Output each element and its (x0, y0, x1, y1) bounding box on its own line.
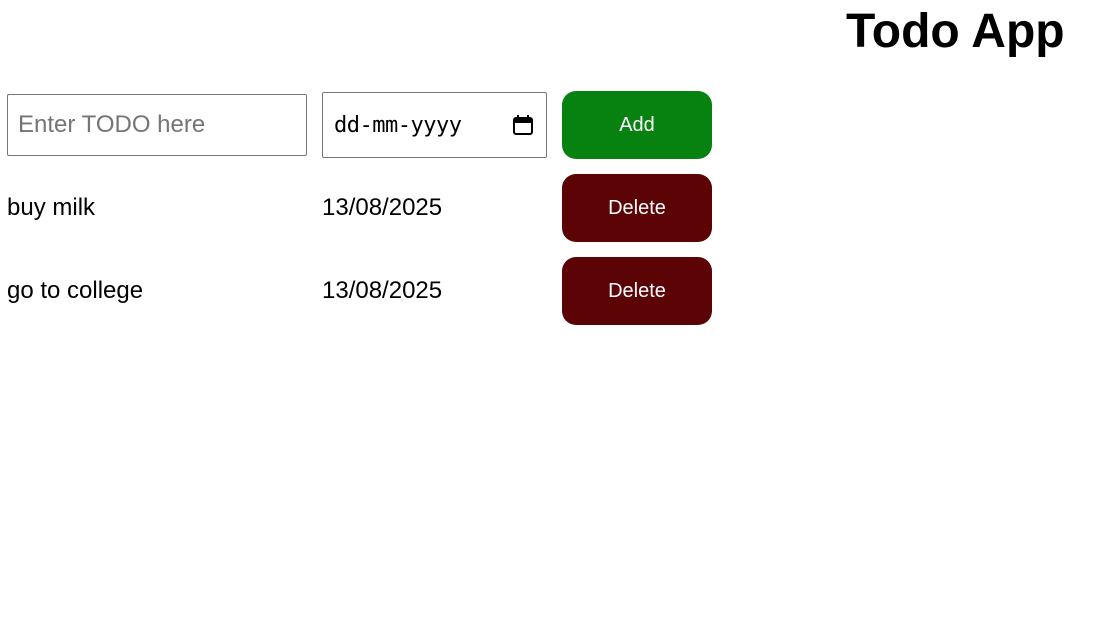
date-input-placeholder: dd-mm-yyyy (334, 112, 462, 138)
delete-button[interactable]: Delete (562, 257, 712, 325)
todo-input[interactable] (7, 94, 307, 156)
todo-app: Todo App dd-mm-yyyy Add buy milk 13/08/2… (0, 0, 1098, 623)
todo-item-date: 13/08/2025 (322, 194, 443, 221)
todo-item-name: buy milk (7, 194, 96, 221)
date-input[interactable]: dd-mm-yyyy (322, 92, 547, 158)
todo-item-date: 13/08/2025 (322, 277, 443, 304)
calendar-icon[interactable] (512, 114, 534, 136)
delete-button[interactable]: Delete (562, 174, 712, 242)
add-button[interactable]: Add (562, 91, 712, 159)
page-title: Todo App (846, 5, 1065, 58)
todo-item-name: go to college (7, 277, 144, 304)
